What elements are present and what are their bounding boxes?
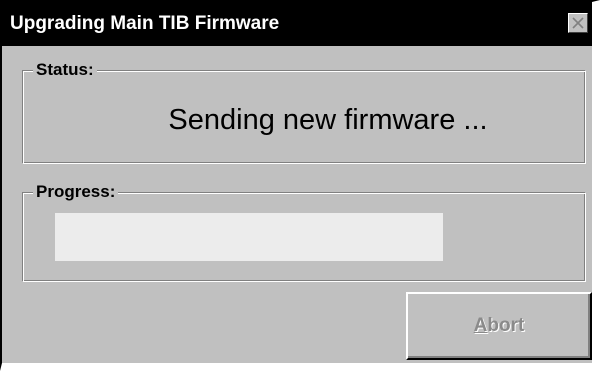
abort-label-rest: bort xyxy=(487,315,525,336)
progress-bar xyxy=(55,213,443,261)
title-bar[interactable]: Upgrading Main TIB Firmware xyxy=(2,2,592,46)
abort-button[interactable]: Abort xyxy=(406,292,592,360)
status-message: Sending new firmware ... xyxy=(168,104,488,136)
status-label: Status: xyxy=(33,59,97,81)
progress-groupbox: Progress: xyxy=(22,181,586,282)
abort-accelerator-key: A xyxy=(473,315,488,336)
progress-label: Progress: xyxy=(33,181,119,203)
dialog-window: Upgrading Main TIB Firmware Status: Send… xyxy=(0,0,600,371)
window-title: Upgrading Main TIB Firmware xyxy=(10,13,280,34)
close-icon xyxy=(572,17,584,29)
abort-button-label: Abort xyxy=(408,294,590,358)
close-button[interactable] xyxy=(568,13,588,33)
status-groupbox: Status: Sending new firmware ... xyxy=(22,59,586,164)
